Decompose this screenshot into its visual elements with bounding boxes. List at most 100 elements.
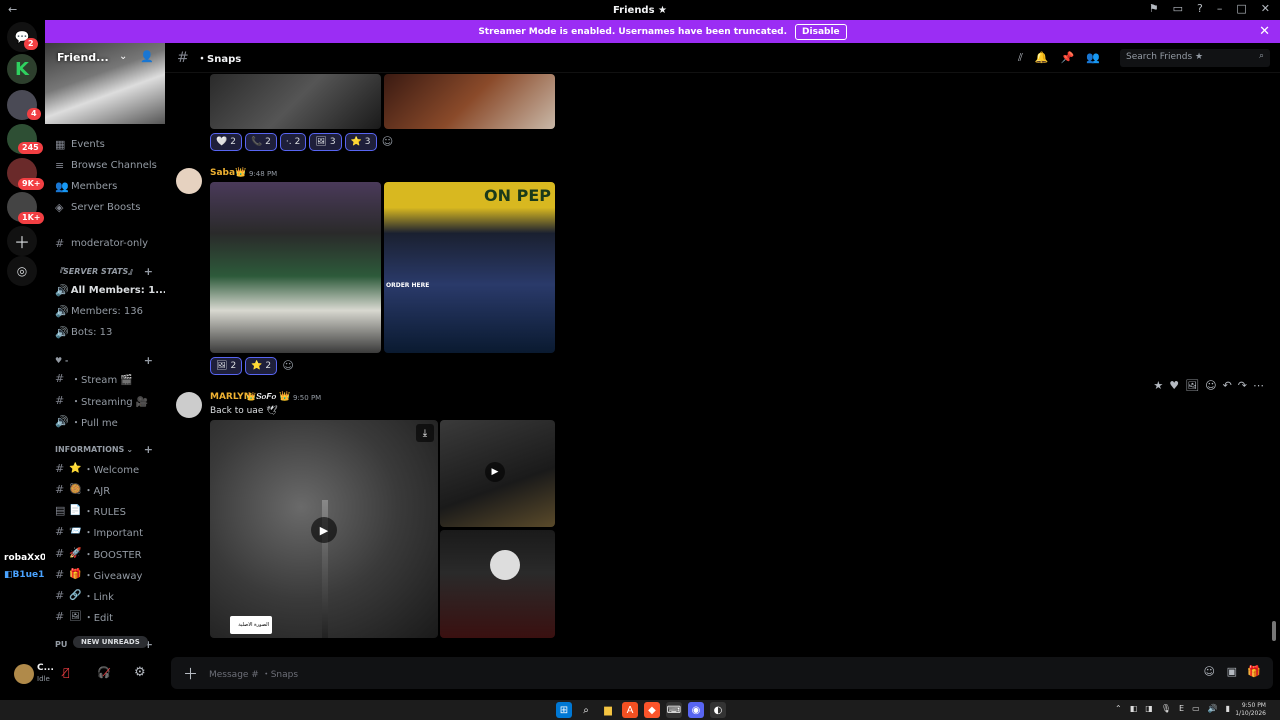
- channel-streaming[interactable]: # ・Streaming 🎥: [55, 391, 165, 409]
- bell-icon[interactable]: 🔔: [1035, 51, 1049, 65]
- channel-rules[interactable]: ▤ 📄 ・RULES: [55, 501, 165, 519]
- channel-all-members[interactable]: 🔊 All Members: 1...: [55, 281, 165, 299]
- deafen-icon[interactable]: 🎧̸: [97, 666, 111, 679]
- windows-start-icon[interactable]: ⊞: [556, 702, 572, 718]
- sticker-icon[interactable]: ▣: [1227, 665, 1237, 678]
- attachment-image[interactable]: [210, 182, 381, 353]
- composer-placeholder[interactable]: Message # ・Snaps: [209, 667, 298, 680]
- channel-stream[interactable]: # ・Stream 🎬: [55, 369, 165, 387]
- avatar[interactable]: [176, 392, 202, 418]
- add-reaction-icon[interactable]: ☺: [280, 357, 296, 373]
- invite-icon[interactable]: 👤: [140, 50, 154, 63]
- avatar[interactable]: [14, 664, 34, 684]
- app-icon[interactable]: ◐: [710, 702, 726, 718]
- add-channel-icon[interactable]: +: [144, 265, 153, 278]
- reaction[interactable]: ·. 2: [279, 133, 307, 151]
- heart-reaction-icon[interactable]: ♥: [1169, 379, 1179, 392]
- channel-browse[interactable]: ≡ Browse Channels: [55, 156, 165, 174]
- add-channel-icon[interactable]: +: [144, 443, 153, 456]
- search-icon[interactable]: ⌕: [578, 702, 594, 718]
- terminal-icon[interactable]: ⌨: [666, 702, 682, 718]
- channel-events[interactable]: ▦ Events: [55, 135, 165, 153]
- category-voice[interactable]: ♥ - +: [55, 354, 165, 367]
- brave-icon[interactable]: ◆: [644, 702, 660, 718]
- server-name[interactable]: Friend...: [57, 51, 109, 64]
- channel-boosts[interactable]: ◈ Server Boosts: [55, 198, 165, 216]
- threads-icon[interactable]: ⫽: [1018, 51, 1023, 65]
- add-server-icon[interactable]: ＋: [7, 226, 37, 256]
- minimize-icon[interactable]: –: [1217, 2, 1223, 15]
- channel-pull-me[interactable]: 🔊 ・Pull me: [55, 412, 165, 430]
- video-attachment[interactable]: ▶: [440, 420, 555, 527]
- explore-icon[interactable]: ◎: [7, 256, 37, 286]
- close-window-icon[interactable]: ✕: [1261, 2, 1270, 15]
- channel-bots[interactable]: 🔊 Bots: 13: [55, 323, 165, 341]
- folder-icon[interactable]: ▆: [600, 702, 616, 718]
- tray-app-icon[interactable]: ◨: [1145, 704, 1153, 713]
- discord-icon[interactable]: ◉: [688, 702, 704, 718]
- keyboard-icon[interactable]: E: [1179, 704, 1184, 713]
- app-icon[interactable]: A: [622, 702, 638, 718]
- forward-icon[interactable]: ↷: [1238, 379, 1247, 392]
- tray-app-icon[interactable]: ◧: [1130, 704, 1138, 713]
- channel-important[interactable]: # 📨 ・Important: [55, 522, 165, 540]
- reaction[interactable]: 🤍 2: [210, 133, 242, 151]
- channel-link[interactable]: # 🔗 ・Link: [55, 586, 165, 604]
- scrollbar[interactable]: [1272, 621, 1276, 641]
- channel-giveaway[interactable]: # 🎁 ・Giveaway: [55, 565, 165, 583]
- star-reaction-icon[interactable]: ★: [1153, 379, 1163, 392]
- mute-icon[interactable]: 🎙̸: [63, 666, 70, 679]
- channel-welcome[interactable]: # ⭐ ・Welcome: [55, 459, 165, 477]
- play-icon[interactable]: ▶: [311, 517, 337, 543]
- channel-members-count[interactable]: 🔊 Members: 136: [55, 302, 165, 320]
- settings-gear-icon[interactable]: ⚙: [134, 665, 146, 680]
- emoji-icon[interactable]: ☺: [1204, 665, 1215, 678]
- message-author[interactable]: Saba: [210, 168, 235, 178]
- gift-icon[interactable]: 🎁: [1247, 665, 1261, 678]
- channel-edit[interactable]: # 🖼 ・Edit: [55, 607, 165, 625]
- download-icon[interactable]: ⤓: [416, 424, 434, 442]
- reaction[interactable]: 📞 2: [244, 133, 277, 151]
- channel-ajr[interactable]: # 🥘 ・AJR: [55, 480, 165, 498]
- reaction[interactable]: 🖼 3: [309, 133, 342, 151]
- reaction[interactable]: ⭐ 3: [344, 133, 377, 151]
- reply-icon[interactable]: ↶: [1223, 379, 1232, 392]
- add-channel-icon[interactable]: +: [144, 354, 153, 367]
- video-attachment[interactable]: ▶ ⤓ الصورة الاصلية: [210, 420, 438, 638]
- channel-members[interactable]: 👥 Members: [55, 177, 165, 195]
- screen-icon[interactable]: ▭: [1173, 2, 1183, 15]
- maximize-icon[interactable]: □: [1236, 2, 1246, 15]
- battery-icon[interactable]: ▮: [1226, 704, 1230, 713]
- attachment-image[interactable]: [210, 74, 381, 129]
- attachment-image[interactable]: [440, 530, 555, 638]
- category-informations[interactable]: INFORMATIONS ⌄ +: [55, 443, 165, 456]
- member-list-icon[interactable]: 👥: [1086, 51, 1100, 65]
- message-composer[interactable]: ＋ Message # ・Snaps ☺ ▣ 🎁: [171, 657, 1273, 689]
- server-banner[interactable]: Friend... ⌄ 👤: [45, 43, 165, 124]
- attachment-image[interactable]: ON PEP ORDER HERE: [384, 182, 555, 353]
- chevron-down-icon[interactable]: ⌄: [119, 51, 127, 62]
- clock[interactable]: 9:50 PM 1/10/2026: [1235, 702, 1266, 718]
- disable-button[interactable]: Disable: [795, 23, 847, 40]
- add-reaction-icon[interactable]: ☺: [1205, 379, 1216, 392]
- play-icon[interactable]: ▶: [485, 462, 505, 482]
- more-icon[interactable]: ⋯: [1253, 379, 1264, 392]
- search-input[interactable]: Search Friends ★ ⌕: [1120, 49, 1270, 67]
- new-unreads-pill[interactable]: NEW UNREADS: [73, 636, 148, 648]
- upload-plus-icon[interactable]: ＋: [183, 663, 198, 684]
- chevron-up-icon[interactable]: ⌃: [1115, 704, 1122, 713]
- channel-booster[interactable]: # 🚀 ・BOOSTER: [55, 544, 165, 562]
- avatar[interactable]: [176, 168, 202, 194]
- image-reaction-icon[interactable]: 🖼: [1185, 379, 1199, 392]
- mic-icon[interactable]: 🎙: [1161, 704, 1171, 713]
- category-server-stats[interactable]: 『SERVER STATS』 +: [55, 265, 165, 278]
- add-reaction-icon[interactable]: ☺: [380, 133, 396, 149]
- server-icon[interactable]: K: [7, 54, 37, 84]
- help-icon[interactable]: ?: [1197, 2, 1203, 15]
- channel-moderator[interactable]: # moderator-only: [55, 234, 165, 252]
- pin-icon[interactable]: 📌: [1061, 51, 1075, 65]
- volume-icon[interactable]: 🔊: [1208, 704, 1218, 713]
- attachment-image[interactable]: [384, 74, 555, 129]
- banner-close-icon[interactable]: ✕: [1259, 24, 1270, 39]
- reaction[interactable]: 🖼 2: [210, 357, 243, 375]
